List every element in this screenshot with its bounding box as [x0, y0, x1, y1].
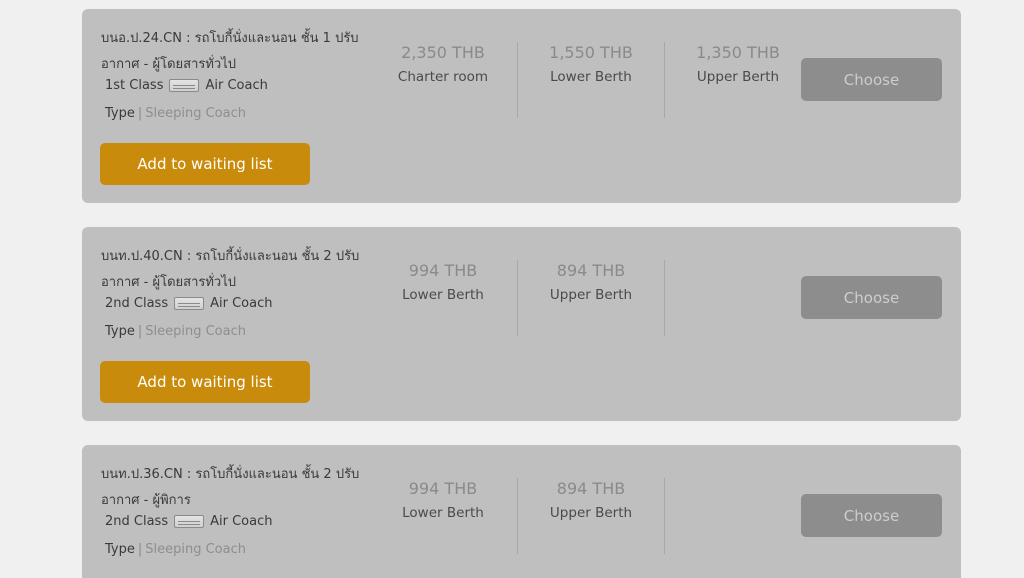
coach-label: Air Coach [205, 78, 268, 93]
choose-button[interactable]: Choose [801, 58, 942, 101]
type-value: Sleeping Coach [145, 324, 246, 339]
class-label: 2nd Class [105, 296, 169, 311]
class-info: 1st Class Air Coach [105, 78, 268, 93]
coach-label: Air Coach [210, 514, 273, 529]
type-info: Type | Sleeping Coach [105, 106, 246, 121]
air-conditioner-icon [174, 297, 205, 310]
coach-label: Air Coach [210, 296, 273, 311]
type-separator: | [137, 324, 143, 339]
price-amount: 1,350 THB [696, 43, 780, 62]
class-label: 2nd Class [105, 514, 169, 529]
air-conditioner-icon [174, 515, 205, 528]
trip-title: บนอ.ป.24.CN : รถโบกี้นั่งและนอน ชั้น 1 ป… [101, 31, 359, 72]
class-info: 2nd Class Air Coach [105, 514, 272, 529]
trip-title: บนท.ป.36.CN : รถโบกี้นั่งและนอน ชั้น 2 ป… [101, 467, 360, 508]
price-label: Upper Berth [549, 287, 633, 303]
price-option: 894 THB Upper Berth [518, 477, 664, 526]
choose-button[interactable]: Choose [801, 276, 942, 319]
type-value: Sleeping Coach [145, 542, 246, 557]
price-option: 994 THB Lower Berth [370, 259, 516, 308]
type-info: Type | Sleeping Coach [105, 542, 246, 557]
price-option: 2,350 THB Charter room [370, 41, 516, 90]
price-amount: 2,350 THB [401, 43, 485, 62]
price-label: Lower Berth [550, 69, 632, 85]
price-amount: 994 THB [408, 261, 478, 280]
trip-card: บนอ.ป.24.CN : รถโบกี้นั่งและนอน ชั้น 1 ป… [82, 9, 961, 203]
trip-results-page: บนอ.ป.24.CN : รถโบกี้นั่งและนอน ชั้น 1 ป… [0, 0, 1024, 578]
price-label: Lower Berth [402, 505, 484, 521]
add-to-waiting-list-button[interactable]: Add to waiting list [100, 143, 310, 185]
price-option: 894 THB Upper Berth [518, 259, 664, 308]
type-separator: | [137, 542, 143, 557]
price-label: Upper Berth [696, 69, 780, 85]
choose-button[interactable]: Choose [801, 494, 942, 537]
price-amount: 894 THB [556, 261, 626, 280]
air-conditioner-icon [169, 79, 200, 92]
trip-card: บนท.ป.36.CN : รถโบกี้นั่งและนอน ชั้น 2 ป… [82, 445, 961, 578]
class-info: 2nd Class Air Coach [105, 296, 272, 311]
type-label: Type [105, 106, 135, 121]
type-separator: | [137, 106, 143, 121]
price-amount: 894 THB [556, 479, 626, 498]
type-info: Type | Sleeping Coach [105, 324, 246, 339]
price-option: 994 THB Lower Berth [370, 477, 516, 526]
price-amount: 1,550 THB [549, 43, 633, 62]
trip-title: บนท.ป.40.CN : รถโบกี้นั่งและนอน ชั้น 2 ป… [101, 249, 360, 290]
price-label: Lower Berth [402, 287, 484, 303]
class-label: 1st Class [105, 78, 164, 93]
type-value: Sleeping Coach [145, 106, 246, 121]
price-label: Upper Berth [549, 505, 633, 521]
price-label: Charter room [397, 69, 489, 85]
type-label: Type [105, 542, 135, 557]
price-option: 1,550 THB Lower Berth [518, 41, 664, 90]
column-divider [664, 260, 665, 336]
add-to-waiting-list-button[interactable]: Add to waiting list [100, 361, 310, 403]
price-option: 1,350 THB Upper Berth [665, 41, 811, 90]
column-divider [664, 478, 665, 554]
type-label: Type [105, 324, 135, 339]
price-amount: 994 THB [408, 479, 478, 498]
trip-card: บนท.ป.40.CN : รถโบกี้นั่งและนอน ชั้น 2 ป… [82, 227, 961, 421]
